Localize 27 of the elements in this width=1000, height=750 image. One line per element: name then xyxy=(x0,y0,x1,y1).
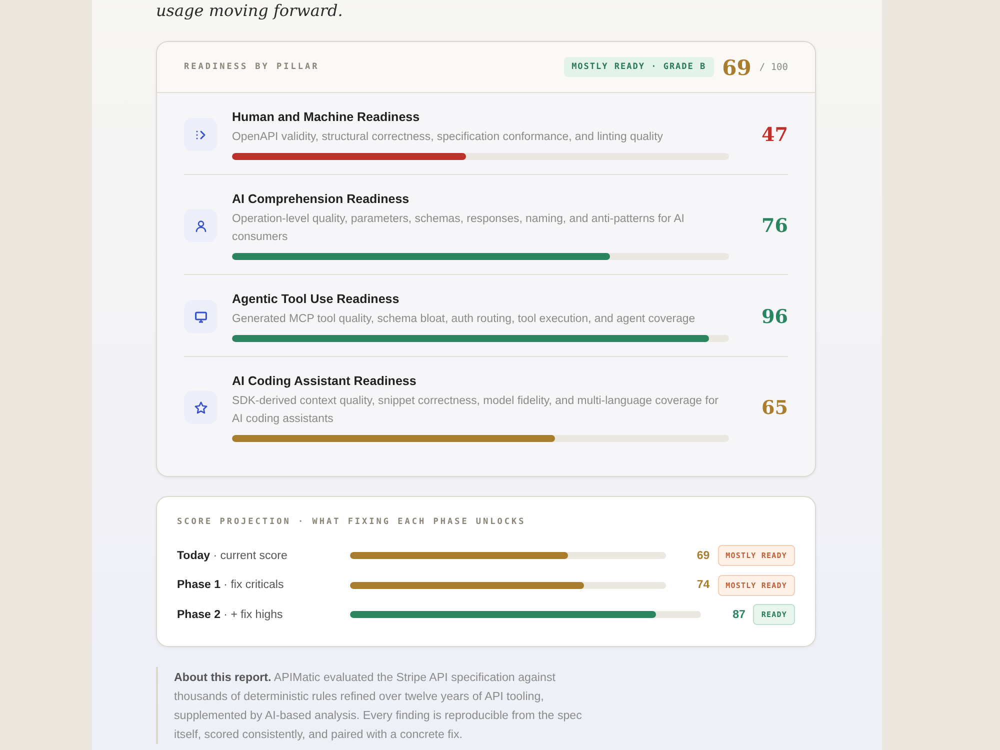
phase-score: 87 xyxy=(732,608,746,621)
pillar-description: SDK-derived context quality, snippet correctness, model fidelity, and multi-language coverage for AI coding assistants xyxy=(232,394,720,427)
phase-label: Phase 1 · fix criticals xyxy=(177,579,285,592)
phase-label: Phase 2 · + fix highs xyxy=(177,608,284,621)
pillar-title: AI Comprehension Readiness xyxy=(232,191,410,208)
pillar-description: OpenAPI validity, structural correctness, specification conformance, and linting quality xyxy=(232,130,664,145)
about-paragraph: About this report. APIMatic evaluated the Stripe API specification against thousands of deterministic rules refined over twelve years of API tooling, supplemented by AI-based analysis. Every finding is reproducible from the spec itself, scored consistently, and paired with a concrete fix. xyxy=(156,666,606,744)
pillar-title: Human and Machine Readiness xyxy=(232,109,421,126)
pillar-description: Generated MCP tool quality, schema bloat, auth routing, tool execution, and agent coverage xyxy=(232,312,696,327)
grade-badge: MOSTLY READY · GRADE B xyxy=(564,57,714,77)
phase-label: Today · current score xyxy=(177,550,288,562)
person-icon xyxy=(184,209,217,242)
phase-score: 74 xyxy=(696,579,710,592)
pillar-title: Agentic Tool Use Readiness xyxy=(232,291,400,308)
score-max: / 100 xyxy=(759,62,788,72)
total-score: 69 xyxy=(722,54,752,80)
monitor-icon xyxy=(184,300,217,333)
pillar-description: Operation-level quality, parameters, schemas, responses, naming, and anti-patterns for AI consumers xyxy=(232,212,686,245)
pillar-score: 65 xyxy=(762,396,788,418)
pillar-score: 47 xyxy=(762,124,788,146)
phase-score: 69 xyxy=(696,550,710,562)
pillar-score: 76 xyxy=(762,214,788,236)
card-title: READINESS BY PILLAR xyxy=(184,62,320,72)
card-title: SCORE PROJECTION · WHAT FIXING EACH PHASE UNLOCKS xyxy=(177,517,527,527)
pillar-score: 96 xyxy=(762,306,788,328)
pillar-title: AI Coding Assistant Readiness xyxy=(232,373,418,390)
intro-text: usage moving forward. xyxy=(156,0,344,22)
